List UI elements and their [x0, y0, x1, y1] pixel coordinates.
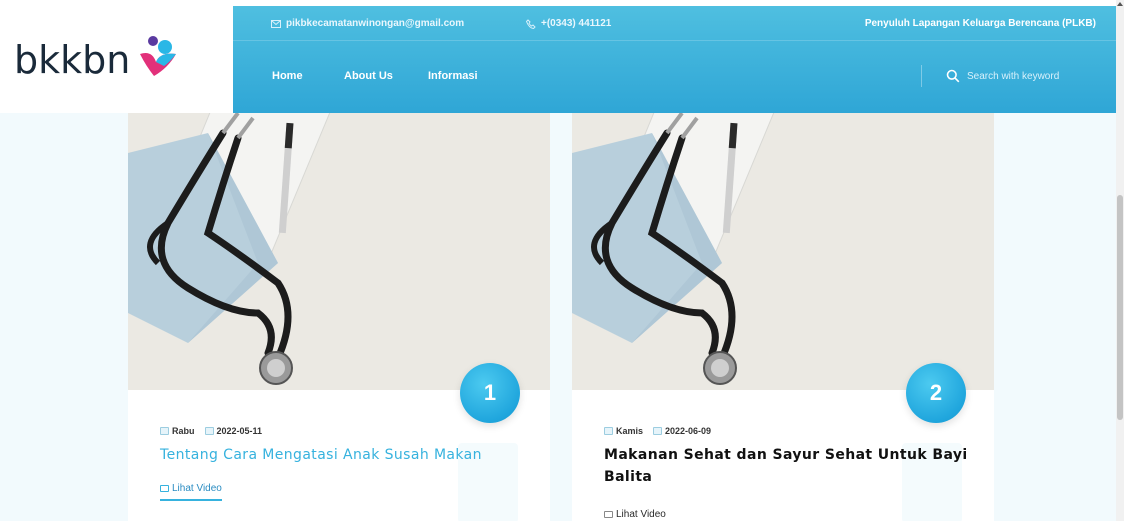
main-nav: Home About Us Informasi [233, 41, 1116, 113]
scrollbar-thumb[interactable] [1117, 195, 1123, 420]
logo-text: bkkbn [14, 37, 131, 82]
watch-video-link[interactable]: Lihat Video [604, 509, 666, 520]
calendar-icon [160, 427, 169, 435]
nav-divider [921, 65, 922, 87]
calendar-icon [204, 427, 214, 435]
search-icon[interactable] [946, 69, 960, 83]
number-badge: 2 [906, 363, 966, 423]
watch-video-link[interactable]: Lihat Video [160, 483, 222, 501]
card-title[interactable]: Makanan Sehat dan Sayur Sehat Untuk Bayi… [604, 444, 974, 488]
day-meta: Rabu [160, 426, 195, 436]
calendar-icon [604, 427, 613, 435]
phone-contact[interactable]: +(0343) 441121 [526, 18, 611, 29]
search-input[interactable] [967, 70, 1087, 82]
date-meta: 2022-05-11 [204, 426, 263, 436]
search-box[interactable] [946, 65, 1106, 87]
calendar-icon [653, 427, 663, 435]
email-contact[interactable]: pikbkecamatanwinongan@gmail.com [271, 18, 464, 29]
day-text: Kamis [616, 426, 644, 436]
email-text: pikbkecamatanwinongan@gmail.com [286, 18, 465, 29]
phone-icon [526, 18, 536, 29]
number-badge: 1 [460, 363, 520, 423]
video-icon [160, 485, 169, 492]
watch-video-label: Lihat Video [172, 483, 222, 494]
header-topbar: pikbkecamatanwinongan@gmail.com +(0343) … [233, 6, 1116, 41]
scrollbar[interactable] [1116, 0, 1124, 521]
date-text: 2022-05-11 [216, 426, 263, 436]
nav-about-us[interactable]: About Us [344, 70, 393, 82]
scroll-up-arrow-icon[interactable] [1117, 2, 1123, 6]
phone-text: +(0343) 441121 [541, 18, 612, 29]
watch-video-label: Lihat Video [616, 509, 666, 520]
card-image[interactable] [572, 113, 994, 390]
card-title[interactable]: Tentang Cara Mengatasi Anak Susah Makan [160, 444, 530, 466]
nav-informasi[interactable]: Informasi [428, 70, 478, 82]
card-meta: Kamis 2022-06-09 [604, 426, 721, 436]
video-icon [604, 511, 613, 518]
card-meta: Rabu 2022-05-11 [160, 426, 272, 436]
video-card[interactable]: 2 Kamis 2022-06-09 Makanan Sehat dan Say… [572, 113, 994, 521]
video-card[interactable]: 1 Rabu 2022-05-11 Tentang Cara Mengatasi… [128, 113, 550, 521]
logo-mark-icon [134, 32, 182, 80]
nav-home[interactable]: Home [272, 70, 303, 82]
mail-icon [271, 19, 281, 28]
date-meta: 2022-06-09 [653, 426, 711, 436]
card-image[interactable] [128, 113, 550, 390]
logo[interactable]: bkkbn [0, 6, 233, 113]
site-header: pikbkecamatanwinongan@gmail.com +(0343) … [233, 6, 1116, 113]
day-meta: Kamis [604, 426, 643, 436]
role-text: Penyuluh Lapangan Keluarga Berencana (PL… [864, 18, 1096, 29]
day-text: Rabu [172, 426, 195, 436]
date-text: 2022-06-09 [665, 426, 712, 436]
